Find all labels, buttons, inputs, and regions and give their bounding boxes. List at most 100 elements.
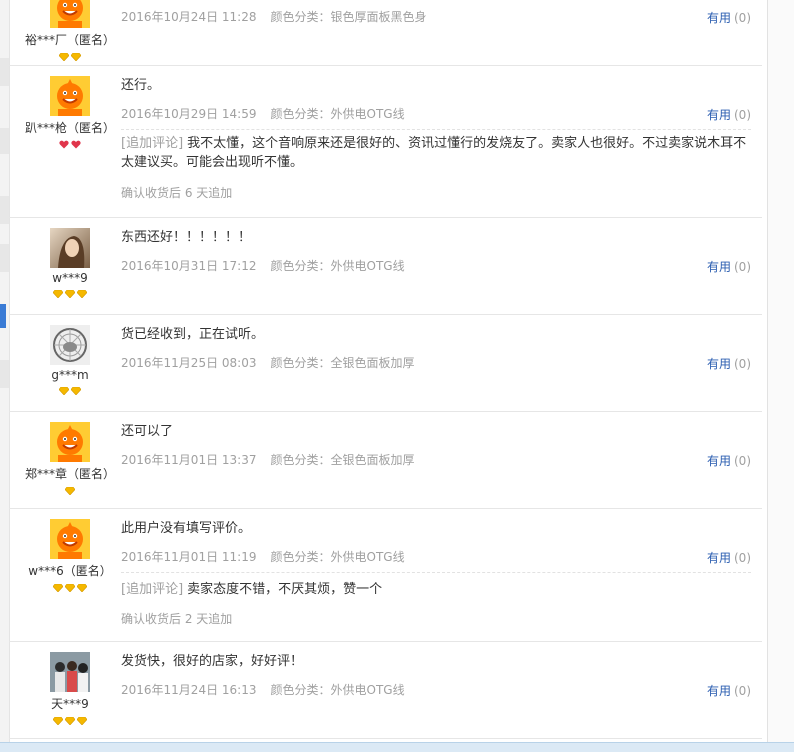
review-list: 裕***厂（匿名） 2016年10月24日 11:28 颜色分类：银色厚面板黑色身…	[9, 0, 762, 739]
sku-value: 全银色面板加厚	[330, 356, 415, 370]
useful-label[interactable]: 有用	[707, 454, 731, 468]
useful-count: (0)	[734, 551, 751, 565]
reviewer: 趴***枪（匿名）	[9, 76, 131, 150]
reviewer: g***m	[9, 325, 131, 396]
heart-icon	[59, 140, 69, 149]
diamond-icon	[70, 386, 82, 396]
useful-button[interactable]: 有用 (0)	[707, 9, 751, 26]
diamond-icon	[64, 289, 76, 299]
avatar[interactable]	[50, 325, 90, 365]
sku-value: 外供电OTG线	[330, 259, 405, 273]
avatar[interactable]	[50, 0, 90, 28]
useful-button[interactable]: 有用 (0)	[707, 106, 751, 123]
sku-label: 颜色分类：	[270, 259, 331, 273]
avatar[interactable]	[50, 228, 90, 268]
append-divider	[121, 129, 751, 130]
review-date: 2016年11月24日 16:13	[121, 683, 257, 697]
sku-label: 颜色分类：	[270, 356, 331, 370]
sku-label: 颜色分类：	[270, 107, 331, 121]
avatar[interactable]	[50, 652, 90, 692]
reviewer-name[interactable]: 天***9	[9, 695, 131, 712]
append-text: 卖家态度不错，不厌其烦，赞一个	[187, 582, 383, 597]
diamond-icon	[52, 289, 64, 299]
credit-badges	[9, 386, 131, 396]
review-date: 2016年10月29日 14:59	[121, 107, 257, 121]
photo-avatar-icon	[50, 652, 90, 692]
sku-value: 外供电OTG线	[330, 550, 405, 564]
heart-icon	[71, 140, 81, 149]
sku-value: 外供电OTG线	[330, 683, 405, 697]
reviewer-name[interactable]: 郑***章（匿名）	[9, 465, 131, 482]
avatar[interactable]	[50, 422, 90, 462]
review-item: 裕***厂（匿名） 2016年10月24日 11:28 颜色分类：银色厚面板黑色身…	[9, 0, 762, 66]
right-scroll-area[interactable]	[767, 0, 794, 751]
useful-label[interactable]: 有用	[707, 11, 731, 25]
credit-badges	[9, 289, 131, 299]
useful-label[interactable]: 有用	[707, 684, 731, 698]
reviewer-name[interactable]: 趴***枪（匿名）	[9, 119, 131, 136]
diamond-icon	[58, 52, 70, 62]
diamond-icon	[76, 716, 88, 726]
review-meta: 2016年11月01日 13:37 颜色分类：全银色面板加厚	[121, 452, 415, 468]
review-meta: 2016年11月01日 11:19 颜色分类：外供电OTG线	[121, 549, 405, 565]
append-text: 我不太懂，这个音响原来还是很好的、资讯过懂行的发烧友了。卖家人也很好。不过卖家说…	[121, 136, 747, 170]
review-date: 2016年10月24日 11:28	[121, 10, 257, 24]
mascot-avatar-icon	[50, 76, 90, 116]
sku-label: 颜色分类：	[270, 683, 331, 697]
diamond-icon	[76, 289, 88, 299]
reviewer: w***6（匿名）	[9, 519, 131, 593]
useful-button[interactable]: 有用 (0)	[707, 549, 751, 566]
photo-avatar-icon	[50, 228, 90, 268]
review-meta: 2016年10月29日 14:59 颜色分类：外供电OTG线	[121, 106, 405, 122]
credit-badges	[9, 716, 131, 726]
credit-badges	[9, 486, 131, 496]
left-panel-active-marker[interactable]	[0, 304, 6, 328]
useful-label[interactable]: 有用	[707, 260, 731, 274]
review-item: 天***9 发货快，很好的店家，好好评！ 2016年11月24日 16:13 颜色…	[9, 642, 762, 739]
useful-label[interactable]: 有用	[707, 357, 731, 371]
credit-badges	[9, 140, 131, 150]
review-text: 此用户没有填写评价。	[121, 521, 252, 536]
review-item: w***6（匿名） 此用户没有填写评价。 2016年11月01日 11:19 颜色…	[9, 509, 762, 642]
append-note: 确认收货后 2 天追加	[121, 612, 233, 626]
useful-button[interactable]: 有用 (0)	[707, 682, 751, 699]
review-meta: 2016年11月24日 16:13 颜色分类：外供电OTG线	[121, 682, 405, 698]
diamond-icon	[58, 386, 70, 396]
append-note: 确认收货后 6 天追加	[121, 186, 233, 200]
useful-button[interactable]: 有用 (0)	[707, 452, 751, 469]
reviewer-name[interactable]: w***6（匿名）	[9, 562, 131, 579]
useful-label[interactable]: 有用	[707, 108, 731, 122]
reviewer: w***9	[9, 228, 131, 299]
sku-label: 颜色分类：	[270, 10, 331, 24]
useful-label[interactable]: 有用	[707, 551, 731, 565]
credit-badges	[9, 583, 131, 593]
review-item: g***m 货已经收到，正在试听。 2016年11月25日 08:03 颜色分类：…	[9, 315, 762, 412]
credit-badges	[9, 52, 131, 62]
sku-value: 外供电OTG线	[330, 107, 405, 121]
review-meta: 2016年11月25日 08:03 颜色分类：全银色面板加厚	[121, 355, 415, 371]
review-date: 2016年11月01日 13:37	[121, 453, 257, 467]
review-item: 郑***章（匿名） 还可以了 2016年11月01日 13:37 颜色分类：全银色…	[9, 412, 762, 509]
review-meta: 2016年10月31日 17:12 颜色分类：外供电OTG线	[121, 258, 405, 274]
sku-value: 全银色面板加厚	[330, 453, 415, 467]
review-date: 2016年11月25日 08:03	[121, 356, 257, 370]
reviewer-name[interactable]: g***m	[9, 368, 131, 382]
useful-count: (0)	[734, 684, 751, 698]
review-text: 还行。	[121, 78, 161, 93]
useful-count: (0)	[734, 260, 751, 274]
diamond-icon	[64, 486, 76, 496]
review-meta: 2016年10月24日 11:28 颜色分类：银色厚面板黑色身	[121, 9, 427, 25]
append-review: [追加评论] 卖家态度不错，不厌其烦，赞一个	[121, 580, 382, 599]
append-review: [追加评论] 我不太懂，这个音响原来还是很好的、资讯过懂行的发烧友了。卖家人也很好…	[121, 134, 753, 172]
avatar[interactable]	[50, 76, 90, 116]
reviewer-name[interactable]: 裕***厂（匿名）	[9, 31, 131, 48]
useful-count: (0)	[734, 454, 751, 468]
useful-button[interactable]: 有用 (0)	[707, 258, 751, 275]
avatar[interactable]	[50, 519, 90, 559]
diamond-icon	[64, 716, 76, 726]
review-text: 发货快，很好的店家，好好评！	[121, 654, 304, 669]
append-tag: [追加评论]	[121, 136, 184, 151]
useful-button[interactable]: 有用 (0)	[707, 355, 751, 372]
reviewer-name[interactable]: w***9	[9, 271, 131, 285]
mascot-avatar-icon	[50, 519, 90, 559]
